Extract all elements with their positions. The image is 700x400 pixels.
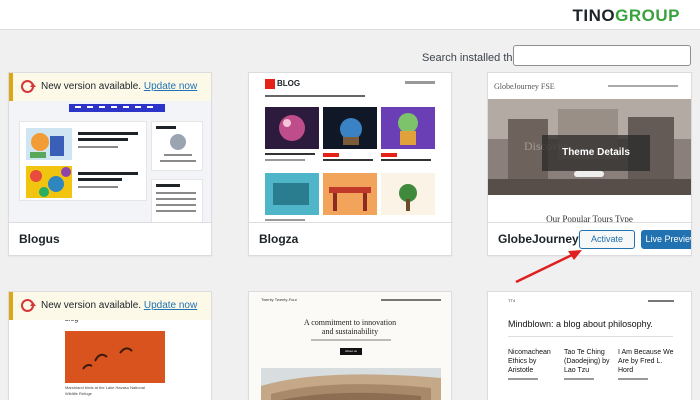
theme-screenshot[interactable]: Twenty Twenty-Four A commitment to innov… bbox=[249, 292, 451, 400]
blogza-logo-icon bbox=[265, 79, 275, 89]
tinogroup-logo: TINOGROUP bbox=[573, 6, 680, 26]
theme-screenshot[interactable]: TT4 Mindblown: a blog about philosophy. … bbox=[488, 292, 691, 400]
card5-cta: About us bbox=[340, 348, 362, 355]
card6-post-2-line3: Lao Tzu bbox=[564, 367, 590, 374]
blogus-image-2 bbox=[26, 166, 72, 198]
theme-screenshot[interactable]: New version available. Update now bbox=[9, 73, 211, 222]
update-now-link[interactable]: Update now bbox=[144, 81, 197, 92]
update-notice: New version available. Update now bbox=[9, 292, 211, 320]
blogus-categories bbox=[151, 179, 203, 222]
blogza-tile-2 bbox=[323, 107, 377, 149]
gj-site-title: GlobeJourney FSE bbox=[494, 82, 555, 91]
card4-caption-1: Marshland birds at the Lake Havasu Natio… bbox=[65, 385, 145, 390]
live-preview-button[interactable]: Live Preview bbox=[641, 230, 691, 249]
gj-section-title: Our Popular Tours Type bbox=[546, 214, 633, 222]
blogus-preview bbox=[9, 101, 211, 222]
theme-screenshot[interactable]: New version available. Update now blog M… bbox=[9, 292, 211, 400]
blogza-tile-6 bbox=[381, 173, 435, 215]
theme-details-overlay[interactable]: Theme Details bbox=[542, 135, 650, 171]
theme-card-6[interactable]: TT4 Mindblown: a blog about philosophy. … bbox=[487, 291, 692, 400]
blogus-nav bbox=[69, 104, 165, 112]
theme-card-globejourney[interactable]: GlobeJourney FSE Discover Theme Details … bbox=[487, 72, 692, 256]
card6-post-1: Nicomachean Ethics by Aristotle bbox=[508, 348, 551, 375]
card6-post-1-line3: Aristotle bbox=[508, 367, 534, 374]
card6-tagline: Mindblown: a blog about philosophy. bbox=[508, 319, 653, 329]
top-bar: TINOGROUP bbox=[0, 0, 700, 30]
card6-post-3-line1: I Am Because We bbox=[618, 349, 674, 356]
card4-caption-2: Wildlife Refuge bbox=[65, 391, 92, 396]
theme-card-5[interactable]: Twenty Twenty-Four A commitment to innov… bbox=[248, 291, 452, 400]
card6-post-1-line1: Nicomachean bbox=[508, 349, 551, 356]
card6-post-2-line1: Tao Te Ching bbox=[564, 349, 605, 356]
card6-post-3-line3: Hord bbox=[618, 367, 634, 374]
blogza-tile-1 bbox=[265, 107, 319, 149]
blogus-about bbox=[151, 121, 203, 171]
theme-screenshot[interactable]: BLOG bbox=[249, 73, 451, 222]
update-text: New version available. bbox=[41, 81, 142, 92]
blogus-image-1 bbox=[26, 128, 72, 160]
card6-post-3: I Am Because We Are by Fred L. Hord bbox=[618, 348, 674, 375]
blogza-logo: BLOG bbox=[277, 79, 301, 88]
theme-card-blogza[interactable]: BLOG Blogza bbox=[248, 72, 452, 256]
update-now-link[interactable]: Update now bbox=[144, 300, 197, 311]
logo-main: TINO bbox=[572, 6, 616, 25]
blogza-tile-4 bbox=[265, 173, 319, 215]
update-text: New version available. bbox=[41, 300, 142, 311]
card6-post-1-line2: Ethics by bbox=[508, 358, 537, 365]
card6-post-2: Tao Te Ching (Daodejing) by Lao Tzu bbox=[564, 348, 610, 375]
theme-card-blogus[interactable]: New version available. Update now Blogus bbox=[8, 72, 212, 256]
theme-card-4[interactable]: New version available. Update now blog M… bbox=[8, 291, 212, 400]
logo-accent: GROUP bbox=[615, 6, 680, 25]
blogza-tile-5 bbox=[323, 173, 377, 215]
card5-headline-1: A commitment to innovation bbox=[303, 318, 397, 327]
theme-name: Blogus bbox=[19, 232, 60, 246]
card6-post-2-line2: (Daodejing) by bbox=[564, 358, 610, 365]
theme-screenshot[interactable]: GlobeJourney FSE Discover Theme Details … bbox=[488, 73, 691, 222]
search-input[interactable] bbox=[513, 45, 691, 66]
theme-name: Blogza bbox=[259, 232, 299, 246]
card5-hero-image bbox=[261, 368, 441, 400]
blogus-posts bbox=[19, 121, 147, 201]
card6-site-name: TT4 bbox=[508, 298, 516, 303]
annotation-arrow bbox=[515, 250, 582, 284]
card4-image bbox=[65, 331, 165, 383]
theme-card-footer: Blogus bbox=[9, 222, 211, 255]
blogza-tile-3 bbox=[381, 107, 435, 149]
card5-site-name: Twenty Twenty-Four bbox=[261, 297, 297, 302]
blogza-nav bbox=[265, 95, 365, 97]
card5-headline-2: and sustainability bbox=[321, 327, 379, 336]
update-notice: New version available. Update now bbox=[9, 73, 211, 101]
card6-post-3-line2: Are by Fred L. bbox=[618, 358, 663, 365]
update-icon bbox=[21, 80, 36, 93]
update-icon bbox=[21, 299, 36, 312]
theme-card-footer: Blogza bbox=[249, 222, 451, 255]
